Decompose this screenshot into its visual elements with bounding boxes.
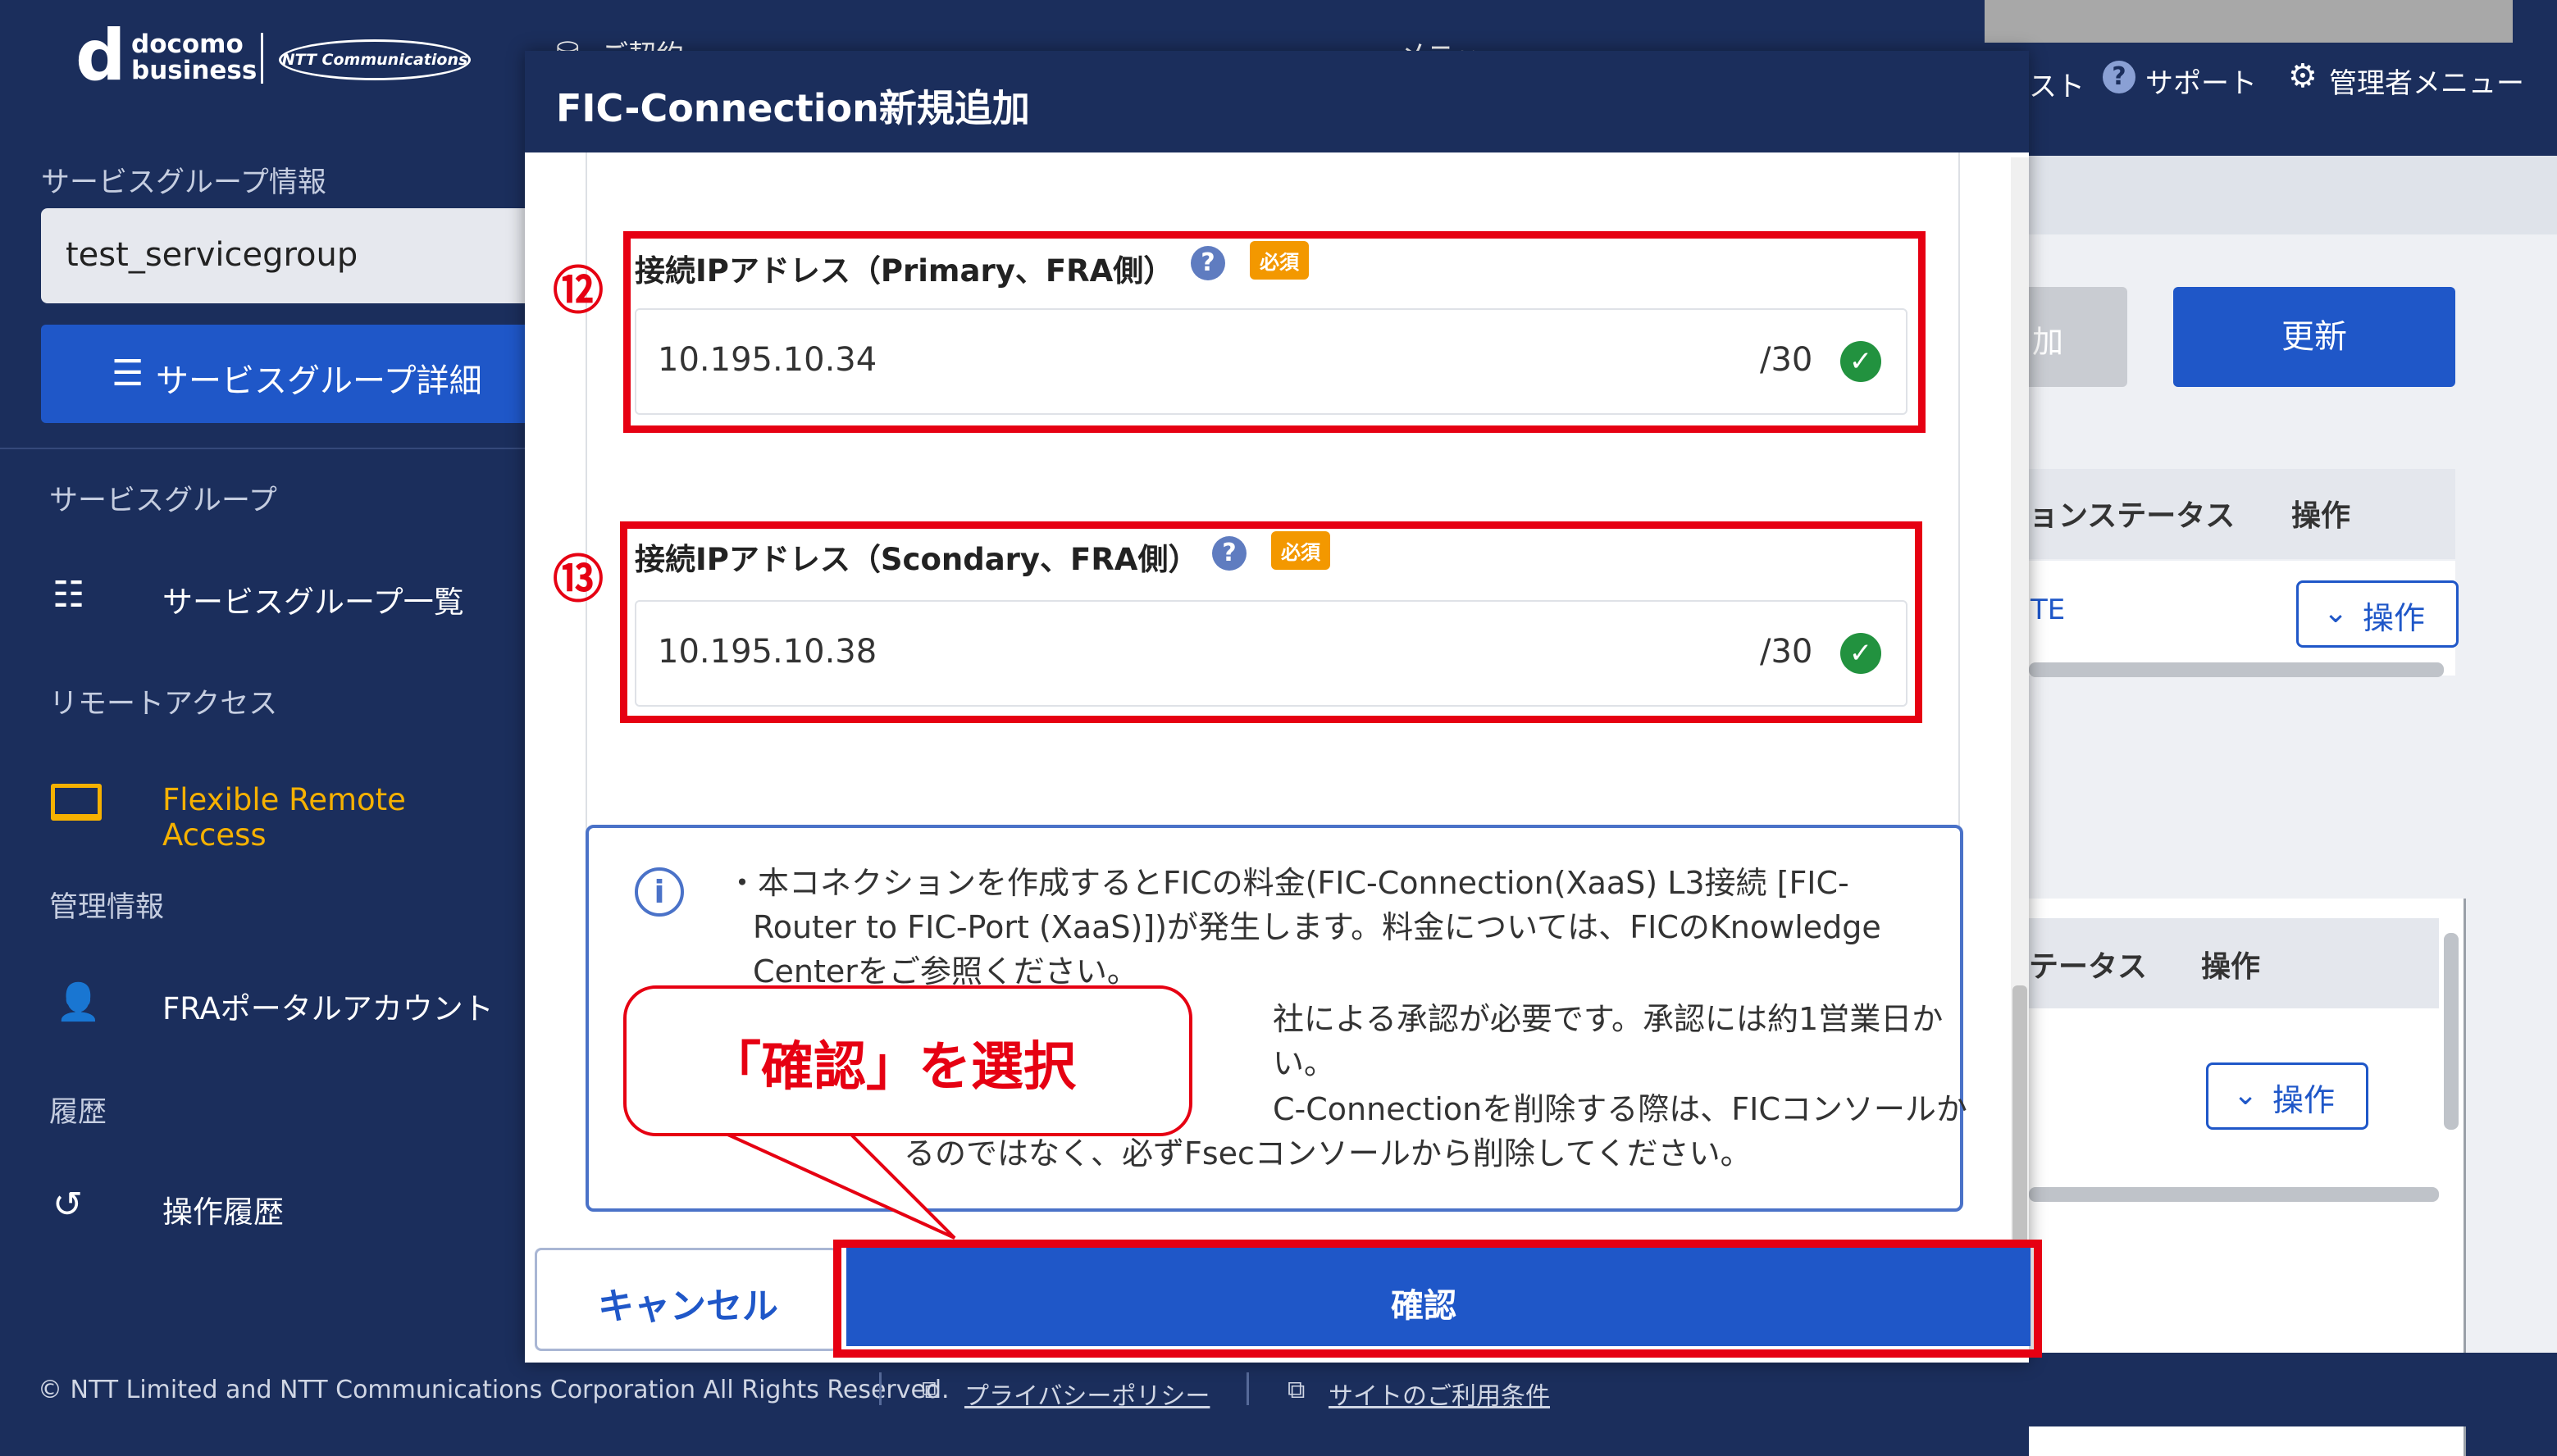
required-badge: 必須 [1271,531,1330,570]
section-admin-info: 管理情報 [49,891,165,924]
sidebar-divider [0,448,525,449]
cancel-button[interactable]: キャンセル [535,1248,838,1351]
privacy-policy-link[interactable]: プライバシーポリシー [964,1376,1210,1412]
notice-line-5: い。 [1273,1045,1336,1081]
prefix-length: /30 [1760,341,1813,379]
info-icon: i [635,867,684,917]
logo-divider [261,33,263,84]
sidebar-item-service-group-list[interactable]: ☷ サービスグループ一覧 [49,574,508,623]
update-button[interactable]: 更新 [2173,287,2455,387]
table2-header: テータス 操作 [2029,918,2439,1008]
person-icon: 👤 [56,981,101,1023]
sidebar-item-fra-portal-account[interactable]: 👤 FRAポータルアカウント [49,981,508,1030]
service-group-detail-button[interactable]: ☰ サービスグループ詳細 [41,325,533,423]
section-service-group: サービスグループ [49,485,277,517]
gear-icon: ⚙ [2288,57,2318,95]
list-bullets-icon: ☷ [52,574,85,616]
laptop-icon [51,784,102,821]
notice-line-4: 社による承認が必要です。承認には約1営業日か [1273,1001,1944,1037]
topnav-list[interactable]: スト [2029,64,2085,104]
service-group-select[interactable]: test_servicegroup [41,208,533,303]
sidebar-item-operation-history[interactable]: ↺ 操作履歴 [49,1184,508,1233]
section-remote-access: リモートアクセス [49,688,278,721]
user-info-box[interactable] [1985,0,2513,43]
secondary-ip-input[interactable]: 10.195.10.38 /30 ✓ [635,600,1907,707]
modal-title: FIC-Connection新規追加 [556,86,1030,130]
help-icon[interactable]: ? [1212,536,1247,571]
notice-line-2: Router to FIC-Port (XaaS)])が発生します。料金について… [753,909,1881,945]
table1-header: ョンステータス 操作 [2029,469,2455,559]
modal-scrollbar-thumb[interactable] [2012,985,2027,1281]
annotation-marker-13: ⑬ [553,549,604,609]
footer-divider [1247,1372,1249,1405]
check-icon: ✓ [1840,633,1881,674]
table1-operation-button[interactable]: ⌄ 操作 [2296,580,2459,648]
ntt-communications-logo: NTT Communications [279,39,471,80]
annotation-marker-12: ⑫ [553,261,604,321]
footer-divider [879,1372,882,1405]
section-history: 履歴 [49,1096,107,1129]
fic-connection-add-modal: FIC-Connection新規追加 ⑫ 接続IPアドレス（Primary、FR… [525,51,2042,1363]
notice-line-1: ・本コネクションを作成するとFICの料金(FIC-Connection(XaaS… [727,865,1849,901]
sidebar: d docomo business NTT Communications サービ… [0,0,533,1353]
topnav-admin-menu[interactable]: 管理者メニュー [2329,61,2524,101]
annotation-callout: 「確認」を選択 [623,985,1192,1136]
table1-scrollbar[interactable] [2029,662,2444,677]
terms-link[interactable]: サイトのご利用条件 [1329,1376,1550,1412]
primary-ip-input[interactable]: 10.195.10.34 /30 ✓ [635,308,1907,415]
copyright: © NTT Limited and NTT Communications Cor… [38,1376,950,1404]
chevron-down-icon: ⌄ [2323,596,2349,630]
sidebar-item-flexible-remote-access[interactable]: Flexible Remote Access [49,779,508,853]
docomo-business-logo: docomo business [131,30,258,85]
service-group-info-label: サービスグループ情報 [41,166,326,199]
chevron-down-icon: ⌄ [2233,1078,2258,1112]
docomo-logo-icon: d [75,15,126,97]
table2-vertical-scrollbar[interactable] [2444,933,2459,1130]
required-badge: 必須 [1250,241,1309,280]
check-icon: ✓ [1840,341,1881,382]
external-link-icon: ⧉ [1288,1376,1306,1404]
annotation-highlight-confirm [833,1240,2042,1358]
notice-line-6: C-Connectionを削除する際は、FICコンソールか [1273,1091,1967,1127]
help-icon: ? [2103,61,2135,93]
secondary-ip-label: 接続IPアドレス（Scondary、FRA側） [635,542,1199,577]
notice-line-7: るのではなく、必ずFsecコンソールから削除してください。 [904,1135,1752,1172]
topnav-support[interactable]: サポート [2145,61,2257,101]
external-link-icon: ⧉ [922,1376,940,1404]
primary-ip-label: 接続IPアドレス（Primary、FRA側） [635,253,1174,289]
history-icon: ↺ [52,1184,83,1226]
table2-operation-button[interactable]: ⌄ 操作 [2206,1062,2368,1130]
help-icon[interactable]: ? [1191,246,1225,280]
modal-header: FIC-Connection新規追加 [525,51,2029,152]
add-button[interactable]: 加 [2016,287,2127,387]
prefix-length: /30 [1760,633,1813,671]
list-icon: ☰ [112,353,144,394]
footer: © NTT Limited and NTT Communications Cor… [0,1353,2557,1426]
table2-scrollbar[interactable] [2029,1187,2439,1202]
